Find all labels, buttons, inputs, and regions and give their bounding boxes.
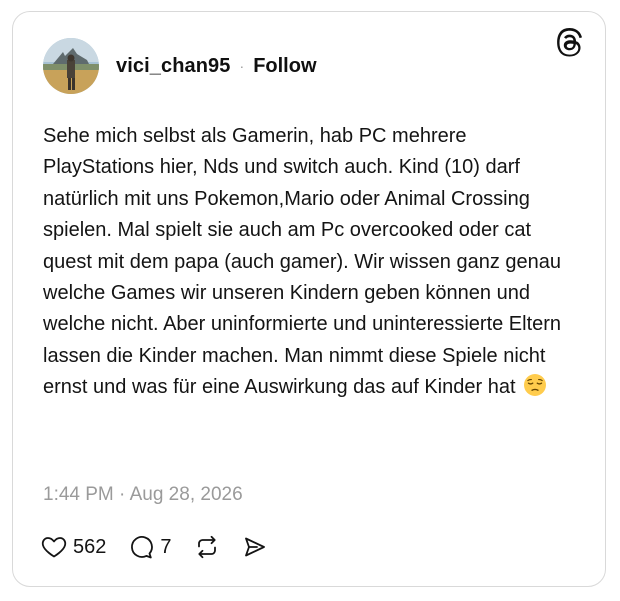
share-button[interactable] xyxy=(242,534,268,560)
like-count: 562 xyxy=(73,535,107,558)
like-button[interactable]: 562 xyxy=(41,535,106,559)
avatar-image xyxy=(43,38,99,94)
post-timestamp[interactable]: 1:44 PM · Aug 28, 2026 xyxy=(43,484,243,506)
repost-icon xyxy=(194,534,220,560)
post-text: Sehe mich selbst als Gamerin, hab PC meh… xyxy=(43,121,573,404)
post-header: vici_chan95 · Follow xyxy=(43,38,317,94)
post-card: vici_chan95 · Follow Sehe mich selbst al… xyxy=(12,11,606,587)
follow-button[interactable]: Follow xyxy=(253,55,316,78)
repost-button[interactable] xyxy=(194,534,220,560)
heart-icon xyxy=(41,535,67,559)
username[interactable]: vici_chan95 xyxy=(116,55,231,78)
reply-count: 7 xyxy=(160,535,172,558)
share-icon xyxy=(242,534,268,560)
pensive-face-icon xyxy=(523,373,547,397)
action-bar: 562 7 xyxy=(41,534,290,560)
avatar[interactable] xyxy=(43,38,99,94)
comment-icon xyxy=(128,534,154,560)
separator-dot: · xyxy=(239,58,245,74)
threads-logo-icon[interactable] xyxy=(555,28,585,58)
post-text-content: Sehe mich selbst als Gamerin, hab PC meh… xyxy=(43,125,562,399)
reply-button[interactable]: 7 xyxy=(128,534,172,560)
